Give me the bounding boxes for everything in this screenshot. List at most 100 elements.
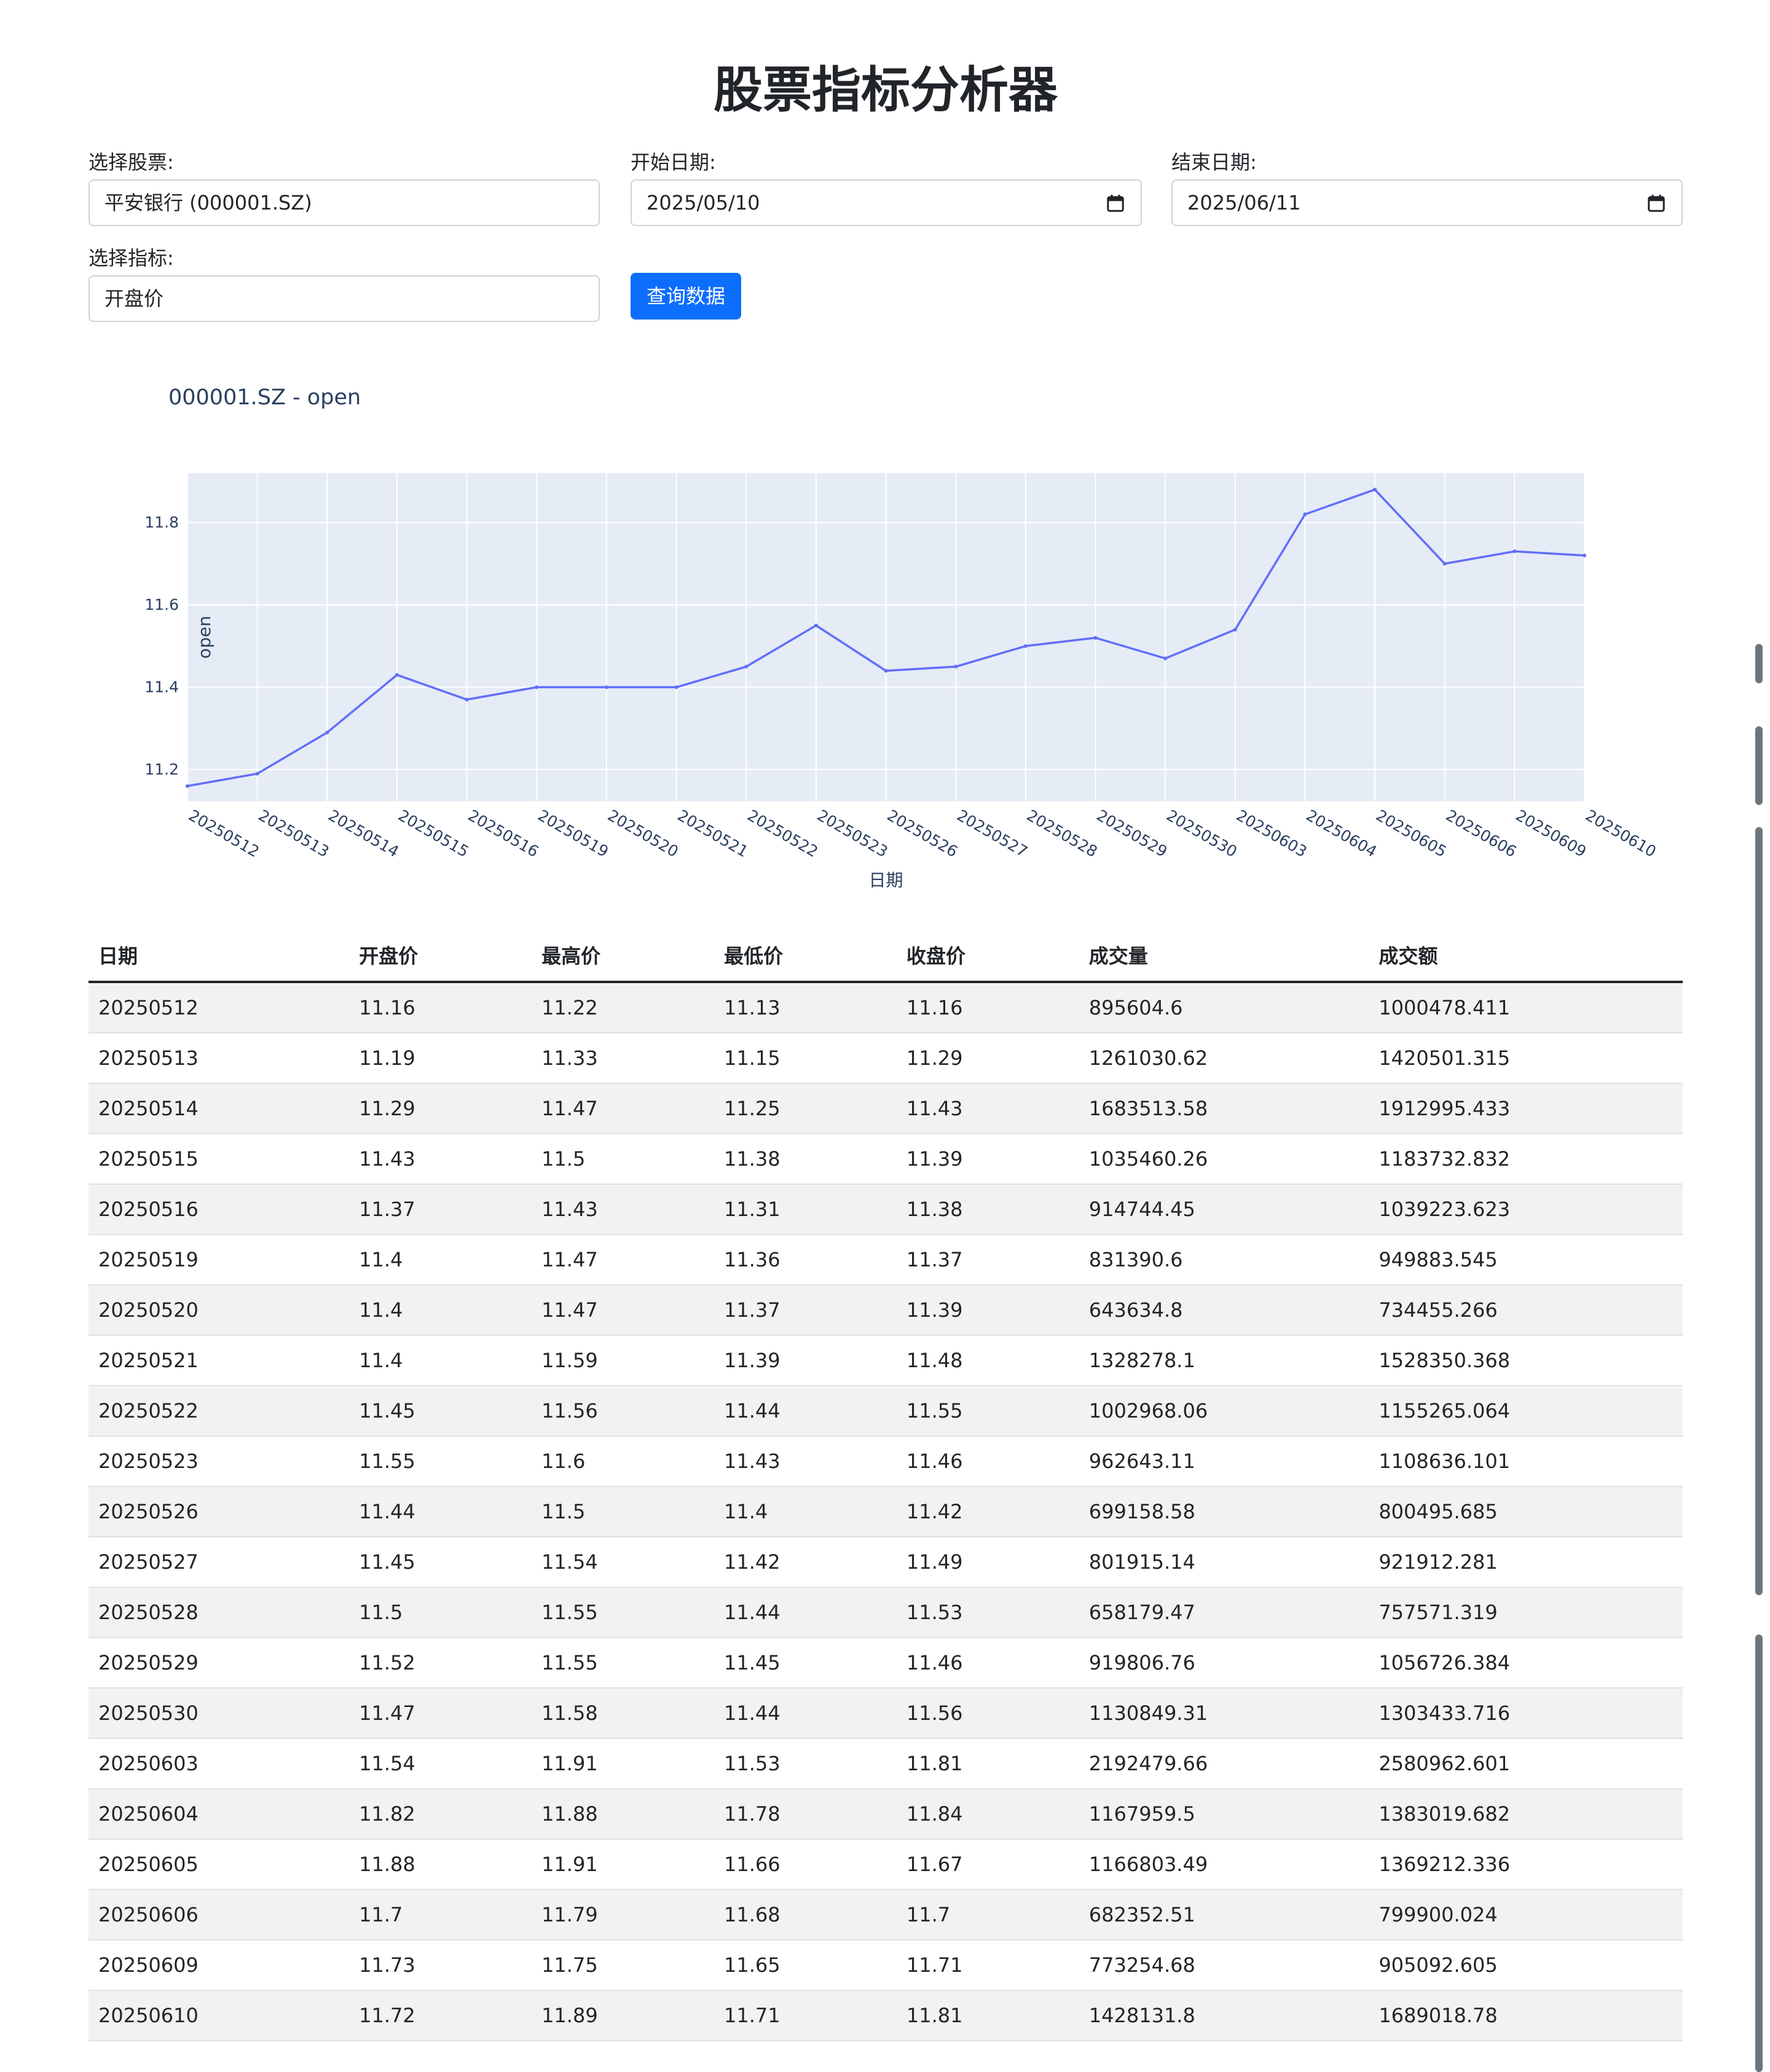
table-cell: 11.55 <box>532 1638 714 1689</box>
table-row: 20250610 11.72 11.89 11.71 11.81 1428131.8 168… <box>88 1990 1683 2041</box>
table-row: 20250529 11.52 11.55 11.45 11.46 919806.76 105… <box>88 1638 1683 1689</box>
table-cell: 11.43 <box>714 1436 897 1487</box>
end-date-input[interactable]: 2025/06/11 <box>1171 179 1683 226</box>
table-cell: 11.55 <box>349 1436 532 1487</box>
stock-field: 选择股票: 平安银行 (000001.SZ) <box>88 150 600 226</box>
column-header: 最低价 <box>714 929 897 983</box>
scrollbar-thumb[interactable] <box>1755 644 1763 683</box>
table-row: 20250605 11.88 11.91 11.66 11.67 1166803.49 13… <box>88 1839 1683 1890</box>
table-cell: 20250522 <box>88 1386 350 1437</box>
table-cell: 11.6 <box>532 1436 714 1487</box>
scrollbar-thumb[interactable] <box>1755 726 1763 805</box>
table-cell: 773254.68 <box>1079 1940 1369 1991</box>
table-cell: 11.75 <box>532 1940 714 1991</box>
calendar-icon[interactable] <box>1647 194 1666 213</box>
table-cell: 1383019.682 <box>1369 1789 1683 1840</box>
table-cell: 11.81 <box>896 1738 1079 1789</box>
x-tick-label: 20250521 <box>675 806 752 861</box>
table-cell: 1328278.1 <box>1079 1335 1369 1386</box>
data-point <box>325 731 329 735</box>
table-cell: 11.7 <box>896 1890 1079 1941</box>
table-cell: 11.88 <box>349 1839 532 1890</box>
table-cell: 11.4 <box>714 1486 897 1537</box>
query-button[interactable]: 查询数据 <box>631 273 742 320</box>
table-cell: 11.47 <box>349 1688 532 1739</box>
table-row: 20250522 11.45 11.56 11.44 11.55 1002968.06 11… <box>88 1386 1683 1437</box>
table-cell: 11.71 <box>896 1940 1079 1991</box>
stock-label: 选择股票: <box>88 151 174 174</box>
table-cell: 11.65 <box>714 1940 897 1991</box>
stock-select[interactable]: 平安银行 (000001.SZ) <box>88 179 600 226</box>
table-cell: 11.7 <box>349 1890 532 1941</box>
table-cell: 799900.024 <box>1369 1890 1683 1941</box>
calendar-icon[interactable] <box>1106 194 1125 213</box>
table-cell: 20250513 <box>88 1033 350 1084</box>
table-cell: 11.79 <box>532 1890 714 1941</box>
table-cell: 895604.6 <box>1079 982 1369 1034</box>
data-point <box>1233 627 1237 632</box>
table-cell: 11.44 <box>714 1386 897 1437</box>
table-cell: 11.91 <box>532 1839 714 1890</box>
table-cell: 11.29 <box>349 1083 532 1134</box>
table-cell: 11.55 <box>896 1386 1079 1437</box>
table-cell: 919806.76 <box>1079 1638 1369 1689</box>
table-cell: 682352.51 <box>1079 1890 1369 1941</box>
start-date-value: 2025/05/10 <box>647 191 760 214</box>
table-cell: 20250516 <box>88 1184 350 1235</box>
indicator-select[interactable]: 开盘价 <box>88 275 600 322</box>
table-cell: 11.91 <box>532 1738 714 1789</box>
table-cell: 949883.545 <box>1369 1234 1683 1285</box>
data-point <box>744 664 749 669</box>
table-row: 20250527 11.45 11.54 11.42 11.49 801915.14 921… <box>88 1537 1683 1588</box>
table-cell: 699158.58 <box>1079 1486 1369 1537</box>
table-cell: 11.4 <box>349 1285 532 1336</box>
table-cell: 11.16 <box>349 982 532 1034</box>
table-cell: 2192479.66 <box>1079 1738 1369 1789</box>
table-cell: 11.39 <box>896 1285 1079 1336</box>
table-cell: 20250610 <box>88 1990 350 2041</box>
table-cell: 11.45 <box>349 1386 532 1437</box>
table-cell: 11.84 <box>896 1789 1079 1840</box>
start-date-input[interactable]: 2025/05/10 <box>631 179 1142 226</box>
table-cell: 1000478.411 <box>1369 982 1683 1034</box>
table-cell: 11.22 <box>532 982 714 1034</box>
table-header-row: 日期 开盘价 最高价 最低价 收盘价 成交量 成交额 <box>88 929 1683 983</box>
x-tick-label: 20250522 <box>744 806 821 861</box>
table-cell: 20250606 <box>88 1890 350 1941</box>
table-cell: 11.49 <box>896 1537 1079 1588</box>
table-cell: 11.36 <box>714 1234 897 1285</box>
scrollbar-thumb[interactable] <box>1755 1634 1763 2072</box>
scrollbar-thumb[interactable] <box>1755 827 1763 1595</box>
table-cell: 11.72 <box>349 1990 532 2041</box>
column-header: 成交额 <box>1369 929 1683 983</box>
table-row: 20250520 11.4 11.47 11.37 11.39 643634.8 73445… <box>88 1285 1683 1336</box>
table-cell: 11.82 <box>349 1789 532 1840</box>
page-title: 股票指标分析器 <box>714 61 1058 119</box>
table-cell: 831390.6 <box>1079 1234 1369 1285</box>
table-cell: 11.45 <box>349 1537 532 1588</box>
table-cell: 11.66 <box>714 1839 897 1890</box>
table-cell: 2580962.601 <box>1369 1738 1683 1789</box>
table-cell: 801915.14 <box>1079 1537 1369 1588</box>
table-row: 20250526 11.44 11.5 11.4 11.42 699158.58 80049… <box>88 1486 1683 1537</box>
table-cell: 11.58 <box>532 1688 714 1739</box>
table-cell: 11.15 <box>714 1033 897 1084</box>
table-cell: 11.47 <box>532 1234 714 1285</box>
table-cell: 20250523 <box>88 1436 350 1487</box>
table-cell: 20250514 <box>88 1083 350 1134</box>
x-tick-label: 20250609 <box>1512 806 1589 861</box>
table-cell: 1303433.716 <box>1369 1688 1683 1739</box>
table-cell: 20250519 <box>88 1234 350 1285</box>
table-cell: 905092.605 <box>1369 1940 1683 1991</box>
data-table: 日期 开盘价 最高价 最低价 收盘价 成交量 成交额 20250512 11.16 11.22 1… <box>88 929 1683 2041</box>
table-cell: 11.88 <box>532 1789 714 1840</box>
x-tick-label: 20250514 <box>325 806 402 861</box>
x-tick-label: 20250513 <box>256 806 332 861</box>
data-point <box>884 669 888 673</box>
table-cell: 20250512 <box>88 982 350 1034</box>
chart-title: 000001.SZ - open <box>168 385 361 410</box>
table-cell: 11.53 <box>714 1738 897 1789</box>
indicator-field: 选择指标: 开盘价 <box>88 246 600 322</box>
table-cell: 800495.685 <box>1369 1486 1683 1537</box>
table-cell: 11.13 <box>714 982 897 1034</box>
